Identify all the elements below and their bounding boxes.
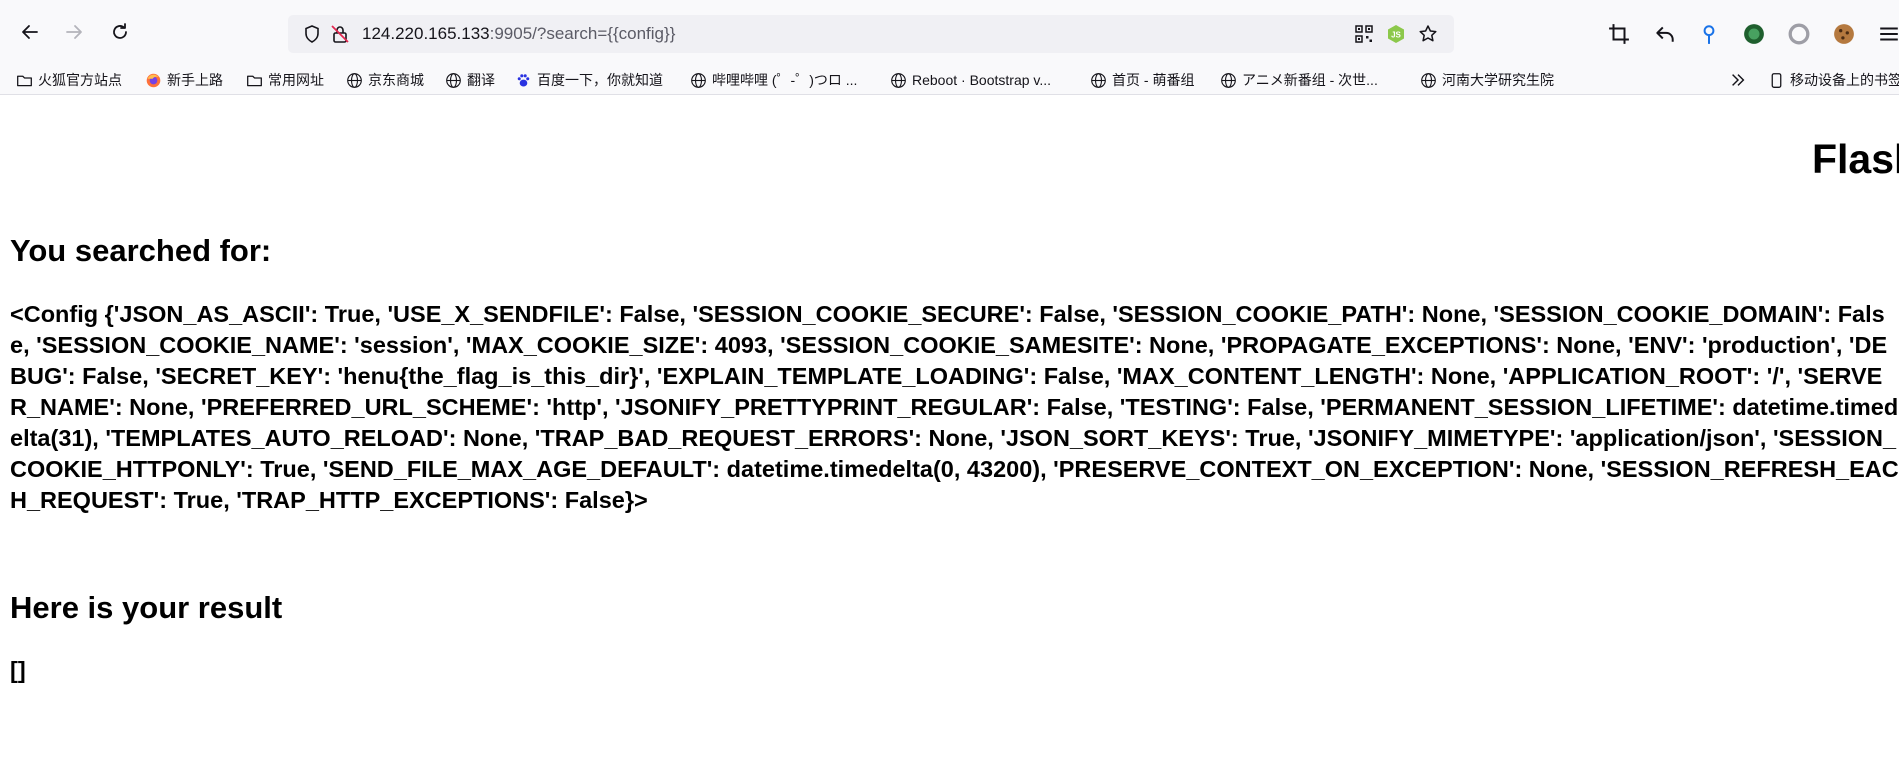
back-arrow-icon [20, 22, 40, 47]
bookmark-item[interactable]: 河南大学研究生院 [1420, 70, 1554, 90]
chevron-double-right-icon[interactable] [1728, 70, 1748, 90]
bookmark-item[interactable]: 常用网址 [246, 70, 324, 90]
browser-toolbar: 124.220.165.133:9905/?search={{config}} … [0, 0, 1899, 66]
bookmark-label: Reboot · Bootstrap v... [912, 72, 1052, 88]
bookmark-item[interactable]: 首页 - 萌番组 [1090, 70, 1194, 90]
globe-icon [1421, 72, 1436, 88]
green-extension-icon[interactable] [1741, 21, 1767, 47]
mobile-bookmarks-label: 移动设备上的书签 [1790, 72, 1899, 88]
bookmark-star-icon[interactable] [1418, 24, 1438, 44]
tracking-protection-shield-icon[interactable] [302, 24, 322, 44]
undo-arrow-icon[interactable] [1652, 21, 1678, 47]
globe-icon [891, 72, 906, 88]
crop-screenshot-icon[interactable] [1606, 21, 1632, 47]
bookmark-label: 常用网址 [268, 72, 324, 88]
location-pin-icon[interactable] [1696, 21, 1722, 47]
bookmark-item[interactable]: アニメ新番组 - 次世... [1220, 70, 1378, 90]
cookie-icon[interactable] [1831, 21, 1857, 47]
hamburger-menu-icon[interactable] [1876, 21, 1899, 47]
bookmark-item[interactable]: 京东商城 [346, 70, 424, 90]
result-heading: Here is your result [10, 590, 283, 625]
globe-icon [1091, 72, 1106, 88]
bookmark-label: 河南大学研究生院 [1442, 72, 1554, 88]
url-host: 124.220.165.133 [362, 24, 490, 43]
firefox-icon [146, 73, 161, 87]
config-output: <Config {'JSON_AS_ASCII': True, 'USE_X_S… [10, 301, 1899, 513]
bookmark-label: 新手上路 [167, 72, 223, 88]
folder-icon [247, 75, 262, 86]
mobile-device-icon [1771, 72, 1782, 88]
folder-icon [17, 75, 32, 86]
bookmark-label: 哔哩哔哩 (゜-゜)つロ ... [712, 72, 858, 88]
page-content: Flask You searched for: <Config {'JSON_A… [0, 95, 1899, 758]
bookmark-label: 首页 - 萌番组 [1112, 72, 1195, 88]
forward-button[interactable] [58, 18, 90, 50]
bookmarks-toolbar: 火狐官方站点 新手上路 常用网址 京东商城 翻译 百度一下，你就知道 哔哩哔哩 … [0, 66, 1899, 95]
mobile-bookmarks[interactable]: 移动设备上的书签 [1768, 70, 1899, 90]
globe-icon [1221, 72, 1236, 88]
baidu-paw-icon [517, 73, 530, 86]
svg-text:JS: JS [1391, 31, 1401, 40]
result-output: [] [10, 657, 26, 683]
back-button[interactable] [14, 18, 46, 50]
bookmark-label: 百度一下，你就知道 [537, 72, 663, 88]
reload-button[interactable] [104, 18, 136, 50]
url-path: :9905/?search={{config}} [489, 24, 676, 43]
globe-icon [446, 72, 461, 88]
page-title: Flask [1812, 136, 1899, 182]
bookmark-label: 火狐官方站点 [38, 72, 122, 88]
globe-icon [347, 72, 362, 88]
globe-icon [691, 72, 706, 88]
gray-circle-extension-icon[interactable] [1786, 21, 1812, 47]
bookmark-item[interactable]: Reboot · Bootstrap v... [890, 70, 1051, 90]
bookmark-label: アニメ新番组 - 次世... [1242, 72, 1378, 88]
url-bar[interactable]: 124.220.165.133:9905/?search={{config}} … [288, 15, 1454, 53]
searched-heading: You searched for: [10, 233, 272, 268]
bookmark-label: 京东商城 [368, 72, 424, 88]
insecure-lock-icon[interactable] [330, 24, 350, 44]
forward-arrow-icon [64, 22, 84, 47]
reload-icon [110, 22, 130, 47]
qr-code-icon[interactable] [1354, 24, 1374, 44]
bookmark-label: 翻译 [467, 72, 495, 88]
bookmark-item[interactable]: 新手上路 [145, 70, 223, 90]
bookmark-item[interactable]: 哔哩哔哩 (゜-゜)つロ ... [690, 70, 857, 90]
bookmark-item[interactable]: 百度一下，你就知道 [515, 70, 663, 90]
url-text[interactable]: 124.220.165.133:9905/?search={{config}} [362, 24, 675, 44]
bookmark-item[interactable]: 翻译 [445, 70, 495, 90]
nodejs-extension-icon[interactable]: JS [1386, 24, 1406, 44]
bookmark-item[interactable]: 火狐官方站点 [16, 70, 122, 90]
